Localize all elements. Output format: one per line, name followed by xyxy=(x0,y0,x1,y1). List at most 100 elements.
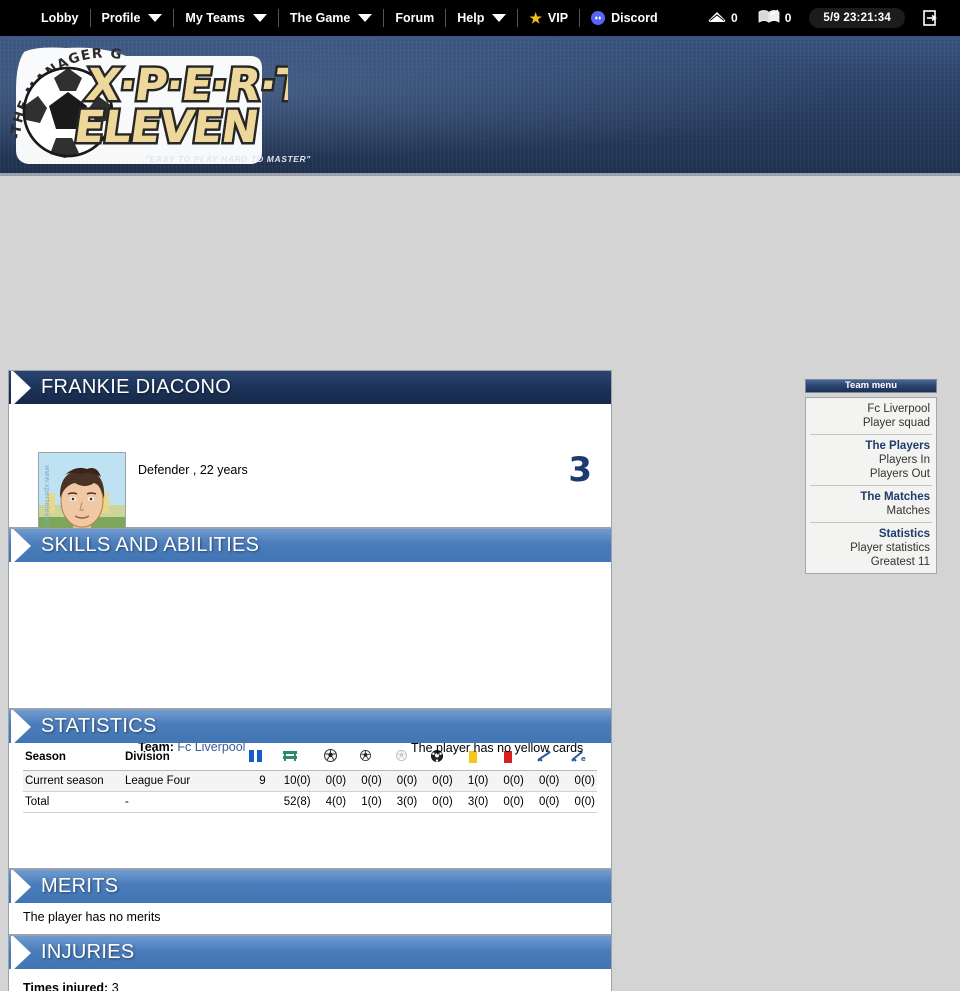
chevron-down-icon[interactable] xyxy=(252,13,267,22)
cell-stat-2: 0(0) xyxy=(312,770,349,792)
team-menu-sidebar: Team menu Fc Liverpool Player squad The Pl… xyxy=(805,379,937,574)
times-injured-value: 3 xyxy=(111,981,119,991)
sidebar-item-player-squad[interactable]: Player squad xyxy=(806,416,936,430)
cell-stat-0 xyxy=(243,791,268,813)
merits-text: The player has no merits xyxy=(23,910,161,924)
team-menu-box: Fc Liverpool Player squad The Players Playe… xyxy=(805,397,937,574)
logout-button[interactable] xyxy=(913,9,948,26)
svg-text:ELEVEN: ELEVEN xyxy=(71,102,261,153)
nav-item-label: Discord xyxy=(611,10,658,25)
nav-left-group: Lobby Profile My Teams The Game Forum Help ★ VI… xyxy=(30,0,669,35)
status-text: The player has no yellow cards xyxy=(411,741,584,755)
shirt-number: 3 xyxy=(568,450,592,490)
menu-divider xyxy=(810,485,932,486)
skills-title: SKILLS AND ABILITIES xyxy=(41,534,260,556)
sidebar-item-greatest-11[interactable]: Greatest 11 xyxy=(806,555,936,569)
cell-stat-4: 3(0) xyxy=(383,791,420,813)
bench-icon xyxy=(283,750,298,761)
menu-divider xyxy=(810,434,932,435)
nav-right-group: 0 0 5/9 23:21:34 xyxy=(698,0,948,35)
sidebar-item-the-players: The Players xyxy=(865,440,930,452)
matches-icon xyxy=(323,749,337,762)
injuries-title: INJURIES xyxy=(41,941,135,963)
sidebar-item-matches[interactable]: Matches xyxy=(806,504,936,518)
logo-tagline: "EASY TO PLAY HARD TO MASTER" xyxy=(145,154,311,164)
chevron-down-icon[interactable] xyxy=(358,13,373,22)
nav-item-help[interactable]: Help xyxy=(446,7,517,29)
chevron-right-icon xyxy=(9,710,35,743)
mail-count: 0 xyxy=(731,10,738,25)
book-icon xyxy=(758,8,780,27)
cell-division: League Four xyxy=(123,770,243,792)
player-name-header: FRANKIE DIACONO xyxy=(8,370,612,404)
merits-panel: The player has no merits xyxy=(8,903,612,935)
nav-item-label: Profile xyxy=(101,10,141,25)
statistics-title: STATISTICS xyxy=(41,715,157,737)
page-title: FRANKIE DIACONO xyxy=(41,376,232,398)
cell-stat-5: 0(0) xyxy=(419,770,455,792)
cell-stat-9: 0(0) xyxy=(561,791,597,813)
cell-stat-5: 0(0) xyxy=(419,791,455,813)
cell-season: Current season xyxy=(23,770,123,792)
nav-item-my-teams[interactable]: My Teams xyxy=(174,7,278,29)
nav-item-discord[interactable]: Discord xyxy=(580,7,669,29)
merits-section-header: MERITS xyxy=(8,869,612,903)
menu-divider xyxy=(810,522,932,523)
cell-stat-7: 0(0) xyxy=(490,791,526,813)
cell-stat-4: 0(0) xyxy=(383,770,420,792)
cell-season: Total xyxy=(23,791,123,813)
col-goals xyxy=(348,743,384,771)
cell-stat-3: 0(0) xyxy=(348,770,384,792)
sidebar-item-players-out[interactable]: Players Out xyxy=(806,467,936,481)
nav-item-label: Lobby xyxy=(41,10,79,25)
sidebar-item-player-statistics[interactable]: Player statistics xyxy=(806,541,936,555)
injuries-section-header: INJURIES xyxy=(8,935,612,969)
page-body: FRANKIE DIACONO www.xperteleven.com Defe… xyxy=(0,176,960,991)
col-season: Season xyxy=(23,743,123,771)
clock-display: 5/9 23:21:34 xyxy=(809,7,905,28)
nav-item-label: The Game xyxy=(289,10,351,25)
goals-icon xyxy=(360,750,372,761)
chevron-down-icon[interactable] xyxy=(148,13,163,22)
nav-item-vip[interactable]: ★ VIP xyxy=(518,7,579,29)
chevron-right-icon xyxy=(9,529,35,562)
top-navigation-bar: Lobby Profile My Teams The Game Forum Help ★ VI… xyxy=(0,0,960,36)
chevron-right-icon xyxy=(9,936,35,969)
sidebar-item-the-matches: The Matches xyxy=(860,491,930,503)
cell-stat-0: 9 xyxy=(243,770,268,792)
table-row: Total -52(8) 4(0) 1(0) 3(0) 0(0) 3(0) 0(0) 0(0) 0… xyxy=(23,791,597,813)
nav-item-label: VIP xyxy=(547,10,569,25)
cell-stat-8: 0(0) xyxy=(525,770,562,792)
injuries-panel: Times injured: 3 Days injured: 13 Date D… xyxy=(8,969,612,991)
col-matches xyxy=(312,743,349,771)
nav-item-the-game[interactable]: The Game xyxy=(279,7,383,29)
cell-stat-3: 1(0) xyxy=(348,791,384,813)
star-icon: ★ xyxy=(529,9,542,26)
sidebar-item-players-in[interactable]: Players In xyxy=(806,453,936,467)
col-bench xyxy=(267,743,313,771)
sidebar-item-fc-liverpool[interactable]: Fc Liverpool xyxy=(806,402,936,416)
nav-item-forum[interactable]: Forum xyxy=(384,7,445,29)
logout-icon xyxy=(923,9,937,26)
cell-stat-1: 52(8) xyxy=(267,791,313,813)
news-counter[interactable]: 0 xyxy=(748,8,802,27)
mail-icon xyxy=(708,10,726,26)
nav-item-label: Help xyxy=(457,10,485,25)
nav-item-lobby[interactable]: Lobby xyxy=(30,7,90,29)
cell-stat-1: 10(0) xyxy=(267,770,313,792)
statistics-section-header: STATISTICS xyxy=(8,709,612,743)
site-banner: -THE MANAGER GAME- X·P·E·R·T X·P·E·R·T E… xyxy=(0,36,960,176)
assists-icon xyxy=(395,750,407,761)
cell-stat-2: 4(0) xyxy=(312,791,349,813)
mail-counter[interactable]: 0 xyxy=(698,10,748,26)
rating-icon xyxy=(248,749,262,762)
cell-stat-6: 3(0) xyxy=(454,791,491,813)
cell-stat-8: 0(0) xyxy=(525,791,562,813)
main-content: FRANKIE DIACONO www.xperteleven.com Defe… xyxy=(8,370,612,991)
team-menu-title: Team menu xyxy=(805,379,937,393)
nav-item-profile[interactable]: Profile xyxy=(91,7,174,29)
chevron-down-icon[interactable] xyxy=(492,13,507,22)
svg-text:e: e xyxy=(581,755,586,762)
chevron-right-icon xyxy=(9,870,35,903)
statistics-panel: Season Division e Current season League … xyxy=(8,743,612,869)
